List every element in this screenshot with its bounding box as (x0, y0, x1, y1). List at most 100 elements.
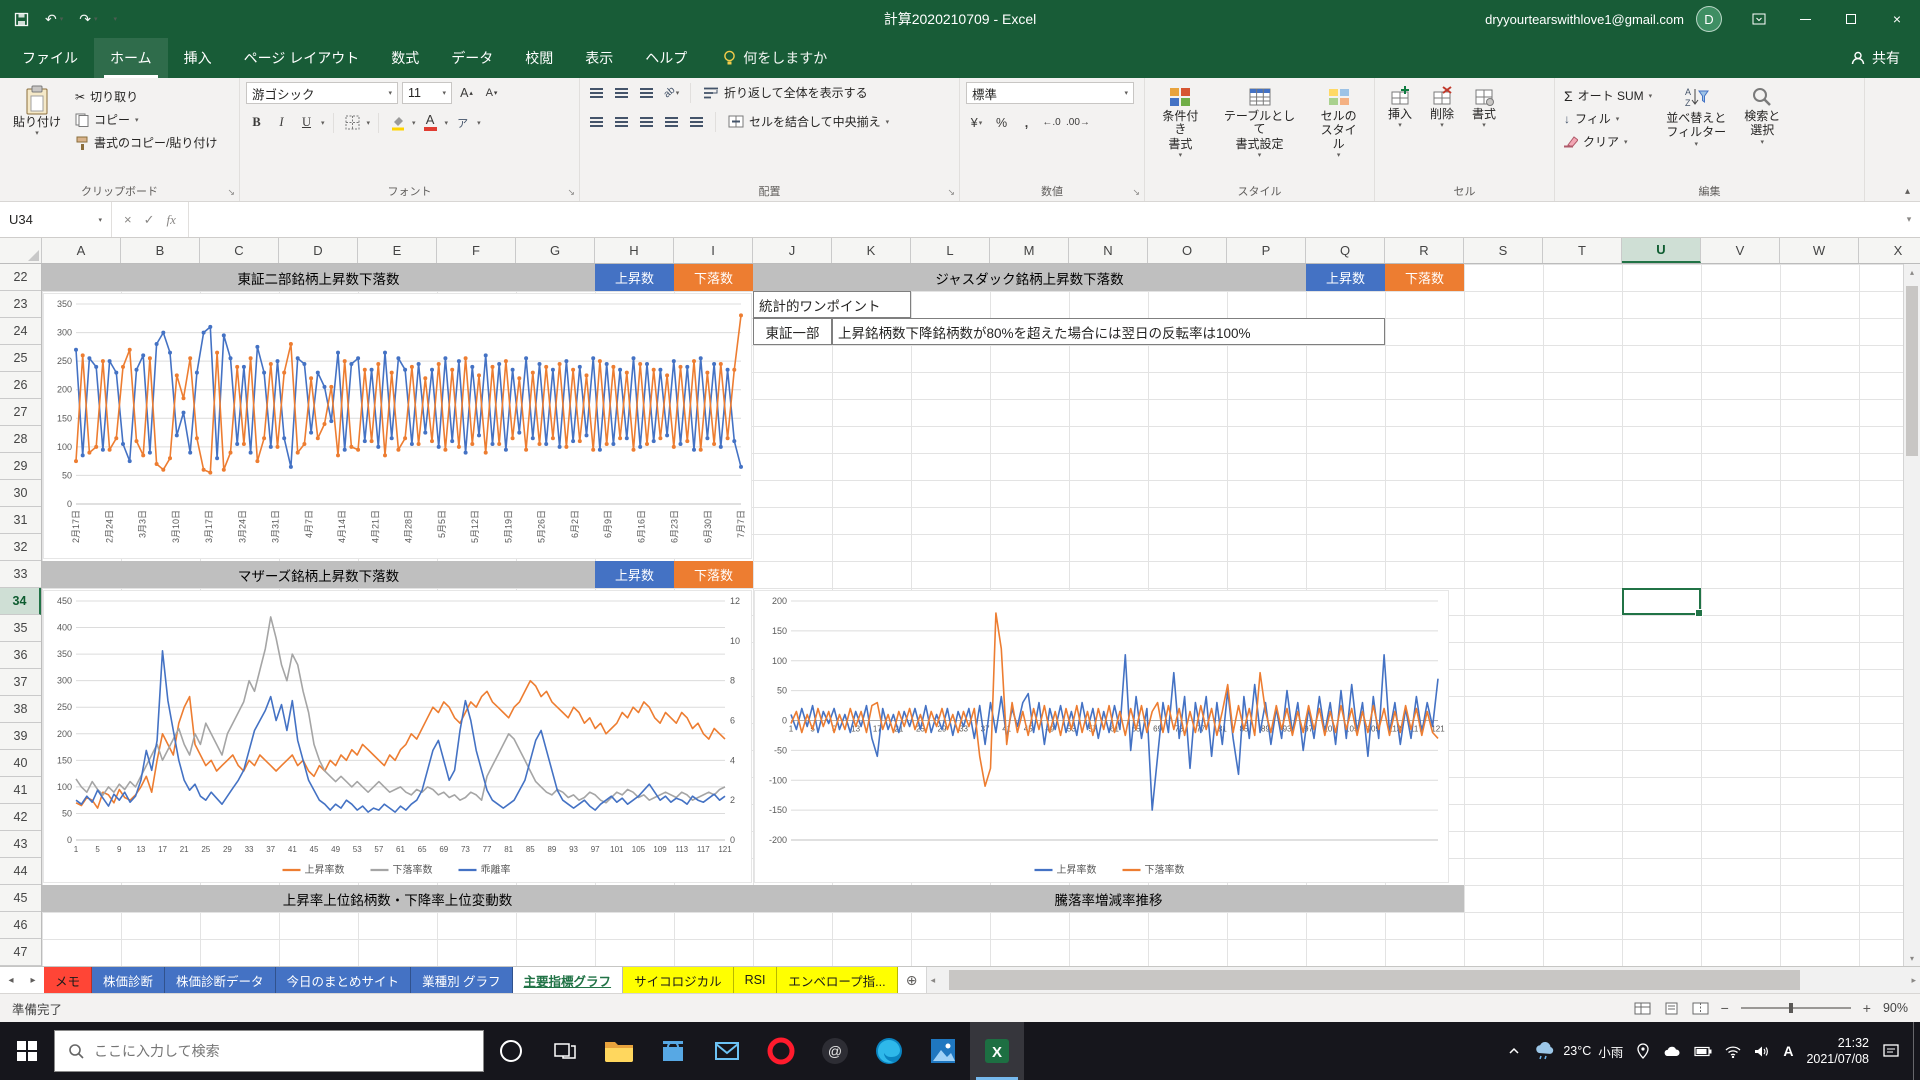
sheet-tab-shuyo-shihyo-graph[interactable]: 主要指標グラフ (513, 967, 624, 993)
sheet-nav-right[interactable]: ▸ (22, 967, 44, 993)
at-app-button[interactable]: @ (808, 1022, 862, 1080)
share-button[interactable]: 共有 (1851, 38, 1920, 78)
horizontal-scroll-thumb[interactable] (949, 970, 1800, 990)
number-format-combo[interactable]: 標準▾ (966, 82, 1134, 104)
ribbon-tab-file[interactable]: ファイル (6, 38, 94, 78)
column-header-P[interactable]: P (1227, 238, 1306, 263)
zoom-out-button[interactable]: − (1721, 1000, 1729, 1016)
volume-tray-icon[interactable] (1754, 1045, 1770, 1058)
taskbar-search-input[interactable] (94, 1043, 470, 1059)
store-button[interactable] (646, 1022, 700, 1080)
enter-icon[interactable]: ✓ (144, 212, 155, 228)
edge-button[interactable] (862, 1022, 916, 1080)
cell-band-jasdaq[interactable]: ジャスダック銘柄上昇数下落数 (753, 264, 1306, 291)
ribbon-tab-page-layout[interactable]: ページ レイアウト (228, 38, 376, 78)
ribbon-display-options-button[interactable] (1736, 0, 1782, 38)
fill-button[interactable]: ↓フィル▾ (1561, 108, 1655, 129)
ime-indicator[interactable]: A (1783, 1043, 1793, 1059)
undo-button[interactable]: ↶▾ (45, 11, 63, 28)
ribbon-tab-data[interactable]: データ (435, 38, 509, 78)
taskbar-clock[interactable]: 21:32 2021/07/08 (1806, 1035, 1869, 1068)
column-header-K[interactable]: K (832, 238, 911, 263)
zoom-level[interactable]: 90% (1883, 1001, 1908, 1015)
row-header-44[interactable]: 44 (0, 858, 41, 885)
row-header-38[interactable]: 38 (0, 696, 41, 723)
column-header-H[interactable]: H (595, 238, 674, 263)
cell-band-top-movers[interactable]: 上昇率上位銘柄数・下降率上位変動数 (42, 885, 753, 912)
column-header-U[interactable]: U (1622, 238, 1701, 263)
column-header-E[interactable]: E (358, 238, 437, 263)
redo-button[interactable]: ↷▾ (79, 11, 97, 28)
horizontal-scrollbar[interactable]: ◂ ▸ (926, 967, 1920, 993)
autosum-button[interactable]: Σオート SUM▾ (1561, 85, 1655, 106)
increase-indent-button[interactable] (686, 111, 707, 132)
sheet-tab-rsi[interactable]: RSI (734, 967, 778, 993)
paste-button[interactable]: 貼り付け▾ (6, 82, 68, 141)
page-break-view-icon[interactable] (1692, 1002, 1709, 1015)
cell-i22-down[interactable]: 下落数 (674, 264, 753, 291)
column-header-O[interactable]: O (1148, 238, 1227, 263)
row-header-35[interactable]: 35 (0, 615, 41, 642)
cell-i33-down[interactable]: 下落数 (674, 561, 753, 588)
wrap-text-button[interactable]: 折り返して全体を表示する (699, 83, 872, 102)
mail-button[interactable] (700, 1022, 754, 1080)
align-right-button[interactable] (636, 111, 657, 132)
column-header-A[interactable]: A (42, 238, 121, 263)
ribbon-tab-insert[interactable]: 挿入 (168, 38, 228, 78)
row-header-34[interactable]: 34 (0, 588, 41, 615)
row-header-23[interactable]: 23 (0, 291, 41, 318)
sort-filter-button[interactable]: AZ 並べ替えとフィルター▾ (1659, 82, 1733, 152)
row-header-33[interactable]: 33 (0, 561, 41, 588)
opera-button[interactable] (754, 1022, 808, 1080)
cell-r22-down[interactable]: 下落数 (1385, 264, 1464, 291)
minimize-button[interactable] (1782, 0, 1828, 38)
expand-formula-bar-button[interactable]: ▾ (1898, 202, 1920, 237)
ribbon-tab-view[interactable]: 表示 (569, 38, 629, 78)
row-header-39[interactable]: 39 (0, 723, 41, 750)
insert-cells-button[interactable]: 挿入▾ (1381, 82, 1419, 133)
customize-qat-button[interactable]: ▾ (114, 15, 118, 23)
align-left-button[interactable] (586, 111, 607, 132)
name-box[interactable]: U34▾ (0, 202, 112, 237)
taskbar-search[interactable] (54, 1030, 484, 1072)
align-bottom-button[interactable] (636, 82, 657, 103)
clipboard-dialog-launcher[interactable]: ↘ (227, 187, 235, 198)
close-button[interactable]: × (1874, 0, 1920, 38)
bold-button[interactable]: B (246, 112, 267, 133)
font-dialog-launcher[interactable]: ↘ (567, 187, 575, 198)
column-header-G[interactable]: G (516, 238, 595, 263)
cortana-button[interactable] (484, 1022, 538, 1080)
increase-decimal-button[interactable]: ←.0 (1041, 112, 1062, 133)
cell-q22-up[interactable]: 上昇数 (1306, 264, 1385, 291)
cell-band-mothers[interactable]: マザーズ銘柄上昇数下落数 (42, 561, 595, 588)
chart-advance-decline[interactable]: -200-150-100-500501001502001591317212529… (754, 590, 1449, 883)
cell-h22-up[interactable]: 上昇数 (595, 264, 674, 291)
scroll-up-icon[interactable]: ▴ (1904, 264, 1920, 280)
decrease-indent-button[interactable] (661, 111, 682, 132)
column-header-D[interactable]: D (279, 238, 358, 263)
onedrive-tray-icon[interactable] (1663, 1045, 1681, 1058)
insert-function-button[interactable]: fx (167, 212, 176, 228)
increase-font-button[interactable]: A▴ (456, 83, 477, 104)
row-header-40[interactable]: 40 (0, 750, 41, 777)
account-avatar[interactable]: D (1696, 6, 1722, 32)
row-header-25[interactable]: 25 (0, 345, 41, 372)
sheet-grid[interactable]: 東証二部銘柄上昇数下落数 上昇数 下落数 ジャスダック銘柄上昇数下落数 上昇数 … (42, 264, 1903, 966)
zoom-slider[interactable] (1741, 1007, 1851, 1009)
weather-widget[interactable]: 23°C 小雨 (1534, 1041, 1623, 1061)
font-name-combo[interactable]: 游ゴシック▾ (246, 82, 398, 104)
cell-onepoint-text[interactable]: 上昇銘柄数下降銘柄数が80%を超えた場合には翌日の反転率は100% (832, 318, 1385, 345)
column-header-X[interactable]: X (1859, 238, 1920, 263)
location-tray-icon[interactable] (1636, 1043, 1650, 1059)
zoom-in-button[interactable]: + (1863, 1000, 1871, 1016)
sheet-tab-kabuka-shindan[interactable]: 株価診断 (92, 967, 165, 993)
row-header-47[interactable]: 47 (0, 939, 41, 966)
column-header-Q[interactable]: Q (1306, 238, 1385, 263)
row-header-22[interactable]: 22 (0, 264, 41, 291)
row-header-42[interactable]: 42 (0, 804, 41, 831)
format-cells-button[interactable]: 書式▾ (1465, 82, 1503, 133)
ribbon-tab-review[interactable]: 校閲 (509, 38, 569, 78)
align-top-button[interactable] (586, 82, 607, 103)
format-as-table-button[interactable]: テーブルとして書式設定▾ (1214, 82, 1305, 163)
currency-format-button[interactable]: ¥▾ (966, 112, 987, 133)
